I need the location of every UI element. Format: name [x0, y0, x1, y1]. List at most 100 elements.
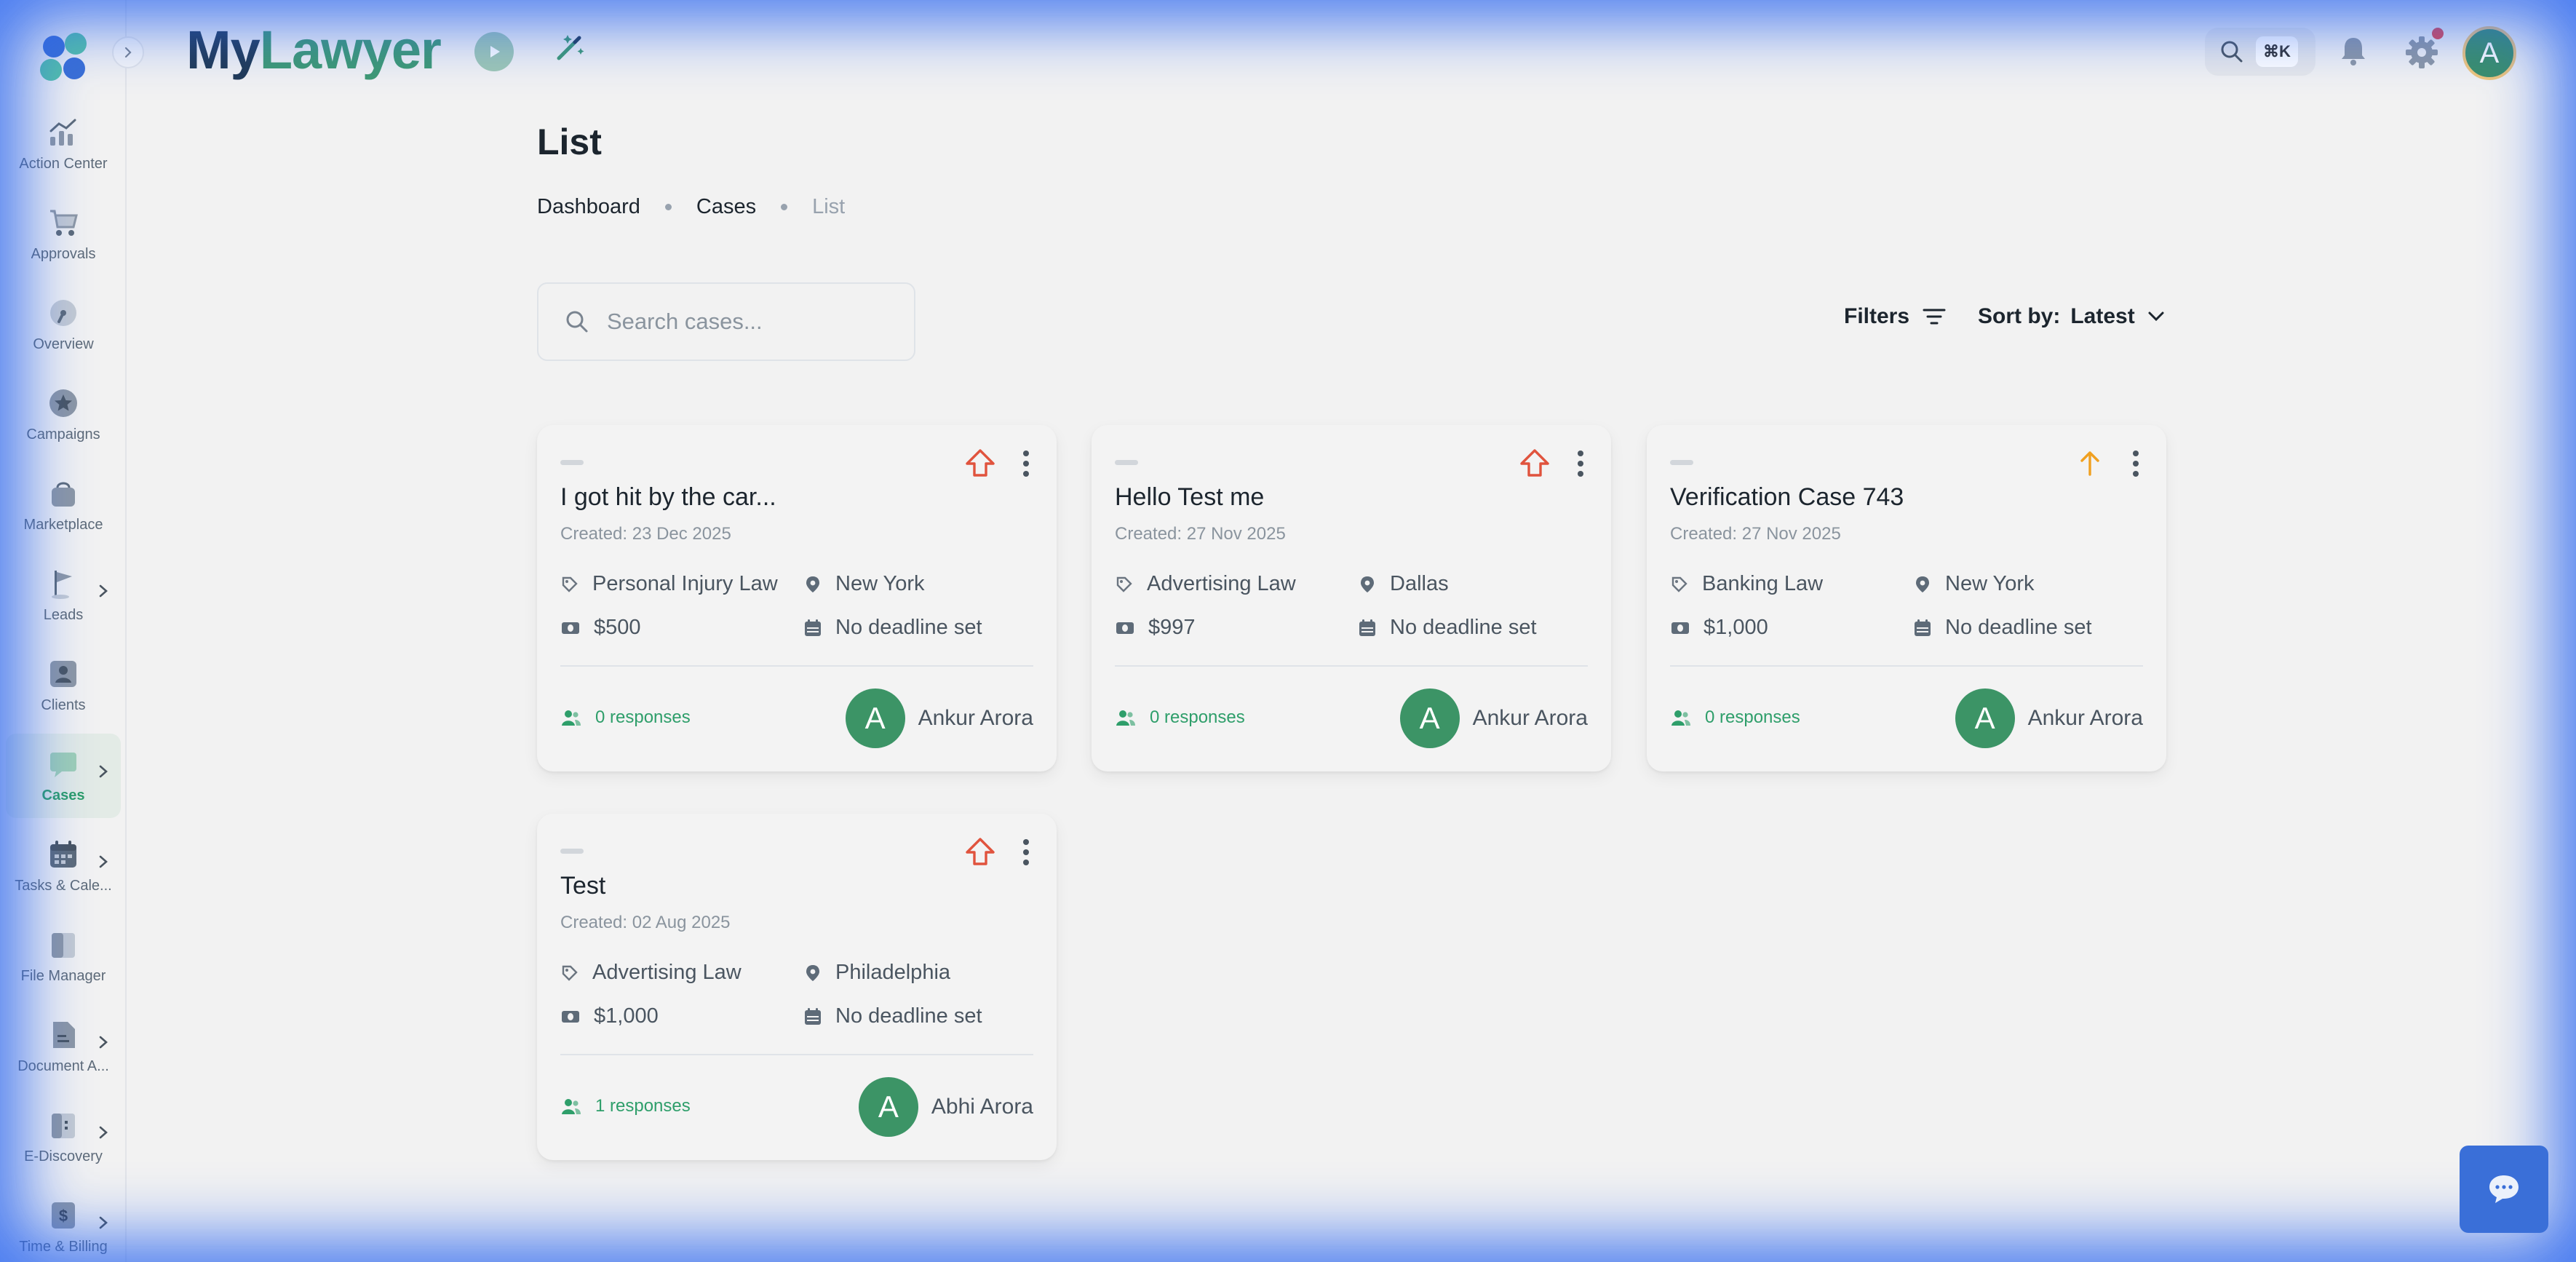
responses-link[interactable]: 0 responses: [560, 707, 691, 728]
flag-icon: [47, 568, 79, 600]
sidebar-item-file-manager[interactable]: File Manager: [6, 914, 121, 999]
owner-avatar[interactable]: A: [858, 1077, 918, 1137]
owner-avatar[interactable]: A: [1955, 688, 2015, 748]
case-title[interactable]: Verification Case 743: [1670, 483, 1904, 512]
sidebar-item-label: Document A...: [17, 1057, 109, 1074]
sidebar-item-approvals[interactable]: Approvals: [6, 192, 121, 277]
chat-support-button[interactable]: [2460, 1146, 2548, 1233]
status-indicator: [560, 460, 584, 465]
more-vertical-icon[interactable]: [1020, 837, 1032, 868]
money-icon: [562, 1010, 579, 1023]
sidebar-item-time-billing[interactable]: $ Time & Billing: [6, 1185, 121, 1262]
sidebar-item-cases[interactable]: Cases: [6, 734, 121, 818]
case-owner: A Ankur Arora: [1399, 688, 1588, 748]
budget-label: $1,000: [1704, 616, 1768, 639]
search-shortcut-badge: ⌘K: [2256, 36, 2298, 67]
owner-avatar[interactable]: A: [1399, 688, 1460, 748]
play-tour-button[interactable]: [474, 32, 514, 71]
svg-text:$: $: [59, 1207, 68, 1225]
sidebar-item-label: Clients: [41, 697, 86, 713]
card-divider: [1115, 665, 1588, 667]
budget-label: $997: [1148, 616, 1196, 639]
case-card[interactable]: Verification Case 743 Created: 27 Nov 202…: [1647, 425, 2166, 771]
brand-part-lawyer: Lawyer: [259, 20, 442, 80]
chevron-right-icon: [99, 584, 108, 598]
sidebar-item-campaigns[interactable]: Campaigns: [6, 373, 121, 457]
location: New York: [1913, 572, 2035, 596]
case-owner: A Ankur Arora: [1955, 688, 2143, 748]
budget: $997: [1115, 616, 1196, 640]
breadcrumb-cases[interactable]: Cases: [696, 195, 756, 219]
case-search-input[interactable]: [607, 309, 883, 335]
responses-link[interactable]: 0 responses: [1670, 707, 1800, 728]
owner-avatar[interactable]: A: [845, 688, 905, 748]
deadline-label: No deadline set: [1945, 616, 2092, 639]
case-card[interactable]: I got hit by the car... Created: 23 Dec 2…: [537, 425, 1057, 771]
sidebar-expand-button[interactable]: [112, 36, 144, 68]
responses-link[interactable]: 1 responses: [560, 1096, 691, 1116]
folder-search-icon: [47, 1109, 79, 1141]
app-logo-icon[interactable]: [35, 29, 93, 87]
gear-icon[interactable]: [2403, 33, 2441, 71]
sidebar-item-action-center[interactable]: Action Center: [6, 102, 121, 186]
global-search-button[interactable]: ⌘K: [2205, 28, 2315, 76]
status-indicator: [1115, 460, 1138, 465]
practice-area-label: Banking Law: [1702, 572, 1824, 595]
more-vertical-icon[interactable]: [1575, 448, 1586, 479]
deadline-label: No deadline set: [835, 1004, 982, 1028]
sort-label: Sort by:: [1978, 304, 2061, 328]
money-icon: [1116, 622, 1134, 634]
case-card[interactable]: Test Created: 02 Aug 2025 Advertising Law P…: [537, 814, 1057, 1160]
calendar-icon: [805, 1007, 821, 1025]
more-vertical-icon[interactable]: [1020, 448, 1032, 479]
sidebar-item-label: File Manager: [20, 967, 106, 984]
calendar-icon: [805, 619, 821, 636]
star-badge-icon: [47, 387, 79, 419]
case-owner: A Abhi Arora: [858, 1077, 1033, 1137]
sidebar-item-tasks-cale[interactable]: Tasks & Cale...: [6, 824, 121, 908]
brand-title[interactable]: MyLawyer: [186, 19, 442, 81]
more-vertical-icon[interactable]: [2130, 448, 2142, 479]
sidebar-item-label: E-Discovery: [24, 1148, 103, 1164]
deadline-label: No deadline set: [1390, 616, 1537, 639]
deadline: No deadline set: [803, 1004, 982, 1028]
chevron-right-icon: [99, 855, 108, 868]
magic-wand-icon[interactable]: [550, 29, 588, 67]
chat-board-icon: [47, 748, 79, 780]
sort-value: Latest: [2070, 304, 2135, 328]
notification-dot: [2432, 28, 2444, 39]
user-avatar[interactable]: A: [2462, 26, 2516, 80]
money-icon: [1671, 622, 1689, 634]
budget: $1,000: [560, 1004, 659, 1028]
case-created-date: Created: 27 Nov 2025: [1115, 524, 1286, 544]
sidebar-item-leads[interactable]: Leads: [6, 553, 121, 638]
sort-dropdown[interactable]: Sort by: Latest: [1978, 304, 2167, 329]
practice-area-label: Personal Injury Law: [592, 572, 778, 595]
case-title[interactable]: Test: [560, 872, 605, 900]
location-label: Dallas: [1390, 572, 1449, 595]
location: New York: [803, 572, 925, 596]
responses-link[interactable]: 0 responses: [1115, 707, 1245, 728]
sidebar-item-e-discovery[interactable]: E-Discovery: [6, 1095, 121, 1179]
case-title[interactable]: I got hit by the car...: [560, 483, 776, 512]
sidebar-item-marketplace[interactable]: Marketplace: [6, 463, 121, 547]
sidebar-item-clients[interactable]: Clients: [6, 643, 121, 728]
bell-icon[interactable]: [2336, 33, 2371, 68]
case-card[interactable]: Hello Test me Created: 27 Nov 2025 Adverti…: [1092, 425, 1611, 771]
breadcrumb-separator: [781, 204, 788, 210]
case-title[interactable]: Hello Test me: [1115, 483, 1264, 512]
sidebar-item-label: Campaigns: [26, 426, 100, 443]
breadcrumb-dashboard[interactable]: Dashboard: [537, 195, 640, 219]
dollar-icon: $: [47, 1199, 79, 1231]
sidebar: Action Center Approvals Overview Campaigns M…: [0, 0, 127, 1262]
sidebar-item-document-a[interactable]: Document A...: [6, 1004, 121, 1089]
owner-name: Abhi Arora: [931, 1095, 1033, 1119]
breadcrumb: Dashboard Cases List: [537, 195, 845, 219]
case-created-date: Created: 02 Aug 2025: [560, 913, 731, 932]
users-icon: [562, 710, 581, 726]
filters-button[interactable]: Filters: [1844, 304, 1946, 329]
sidebar-item-overview[interactable]: Overview: [6, 282, 121, 367]
chevron-right-icon: [124, 47, 132, 58]
case-search-field[interactable]: [537, 282, 915, 361]
status-indicator: [560, 849, 584, 854]
